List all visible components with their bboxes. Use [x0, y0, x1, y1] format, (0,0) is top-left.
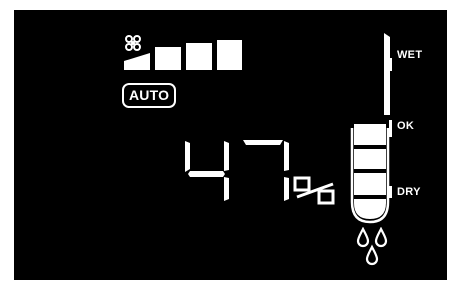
tick-wet [389, 58, 392, 71]
gauge-segment-4 [354, 199, 386, 219]
humidity-gauge [350, 33, 392, 224]
gauge-segment-3 [354, 173, 386, 195]
gauge-segment-2 [354, 149, 386, 169]
gauge-segment-1 [354, 124, 386, 145]
scale-label-dry: DRY [397, 186, 421, 198]
scale-label-wet: WET [397, 49, 423, 61]
water-drops-icon [356, 227, 388, 266]
gauge-tube [384, 33, 390, 115]
tick-ok [389, 120, 392, 137]
scale-label-ok: OK [397, 120, 415, 132]
tick-dry [389, 186, 392, 198]
